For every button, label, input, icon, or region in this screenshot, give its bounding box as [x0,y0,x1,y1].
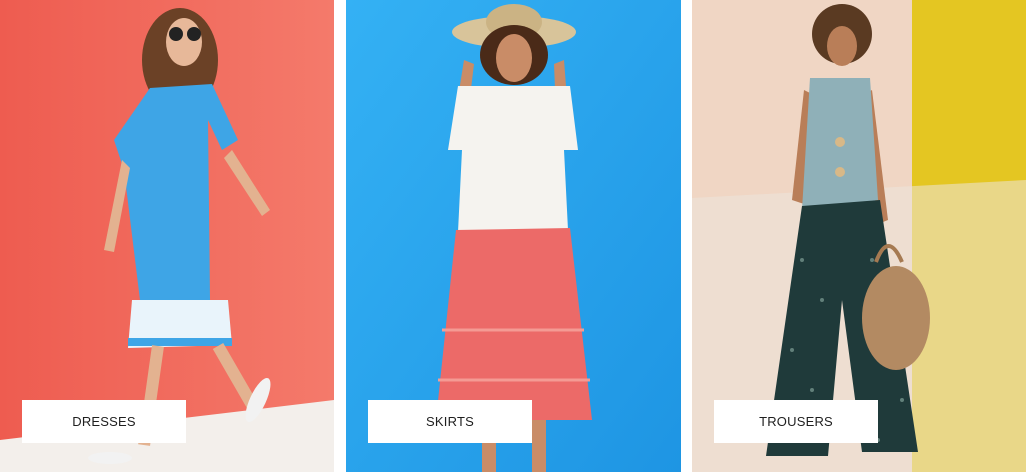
category-tile-skirts[interactable]: SKIRTS [346,0,681,472]
trousers-button[interactable]: TROUSERS [714,400,878,443]
category-tile-trousers[interactable]: TROUSERS [692,0,1026,472]
skirts-button[interactable]: SKIRTS [368,400,532,443]
trousers-label: TROUSERS [759,414,833,429]
dresses-button[interactable]: DRESSES [22,400,186,443]
skirts-label: SKIRTS [426,414,474,429]
dresses-label: DRESSES [72,414,136,429]
category-tile-dresses[interactable]: DRESSES [0,0,334,472]
